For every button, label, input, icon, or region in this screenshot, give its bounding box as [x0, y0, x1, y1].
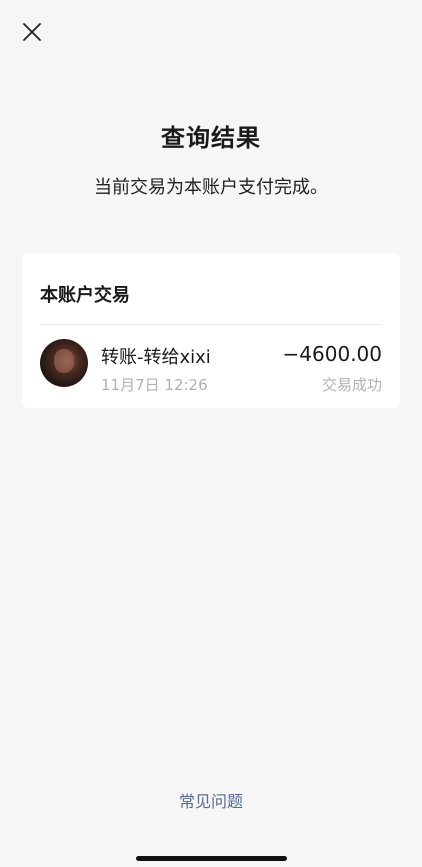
avatar	[40, 339, 88, 387]
page-title: 查询结果	[161, 124, 261, 152]
transaction-row[interactable]: 转账-转给xixi 11月7日 12:26 −4600.00 交易成功	[22, 325, 400, 408]
transaction-status: 交易成功	[321, 376, 382, 394]
transaction-name: 转账-转给xixi	[101, 347, 211, 368]
home-indicator[interactable]	[136, 856, 287, 861]
close-button[interactable]	[16, 18, 48, 50]
transaction-time: 11月7日 12:26	[101, 376, 208, 394]
card-title: 本账户交易	[40, 285, 130, 306]
result-subtitle: 当前交易为本账户支付完成。	[94, 177, 328, 198]
faq-link[interactable]: 常见问题	[0, 788, 422, 812]
close-icon	[23, 23, 41, 45]
transaction-card: 本账户交易 转账-转给xixi 11月7日 12:26 −4600.00 交易成…	[22, 253, 400, 408]
transaction-amount: −4600.00	[282, 342, 382, 366]
